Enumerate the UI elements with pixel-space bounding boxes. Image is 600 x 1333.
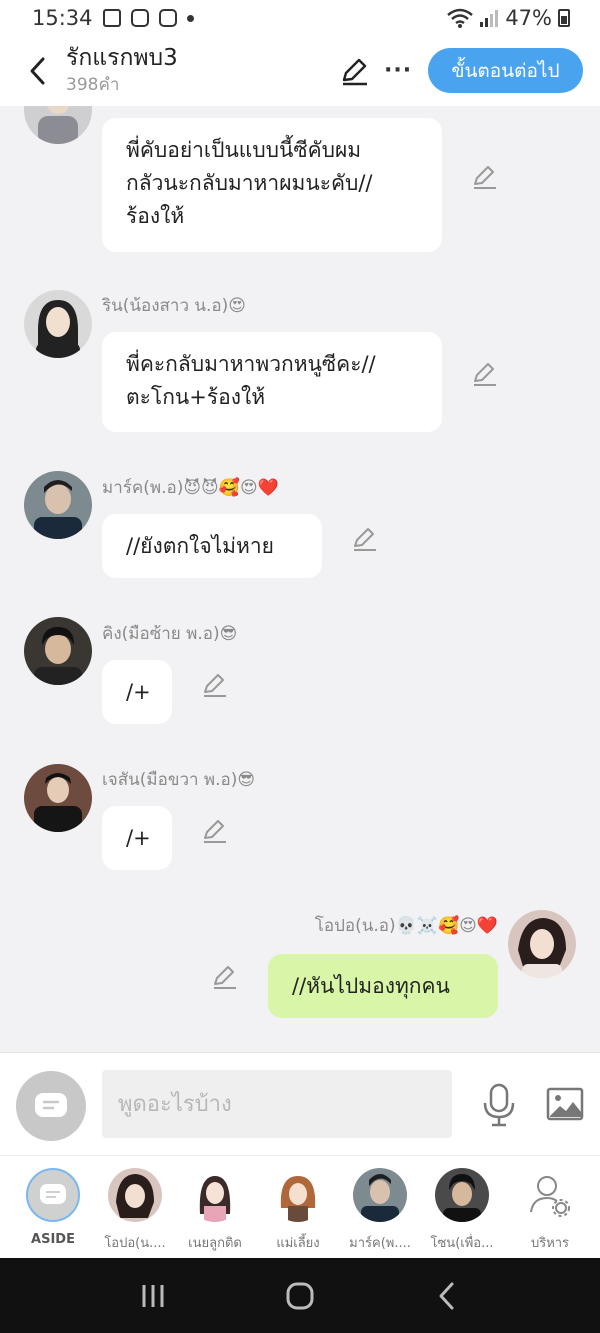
tray-item-label: บริหาร bbox=[530, 1236, 570, 1251]
character-avatar bbox=[188, 1168, 242, 1222]
gallery-notification-icon bbox=[102, 9, 121, 27]
tray-item-character[interactable]: เนยลูกติด bbox=[175, 1166, 255, 1256]
sender-name: โอปอ(น.อ)💀☠️🥰😍❤️ bbox=[314, 916, 498, 936]
tray-item-label: มาร์ค(พ.... bbox=[349, 1236, 411, 1251]
message-text-line: ตะโกน+ร้องให้ bbox=[126, 385, 266, 409]
edit-message-icon[interactable] bbox=[202, 672, 228, 698]
tray-item-character[interactable]: แม่เลี้ยง bbox=[258, 1166, 338, 1256]
image-upload-icon[interactable] bbox=[546, 1085, 584, 1123]
character-avatar bbox=[108, 1168, 162, 1222]
aside-toggle-button[interactable] bbox=[16, 1071, 86, 1141]
sender-name: เจสัน(มือขวา พ.อ)😎 bbox=[102, 770, 256, 790]
tray-item-label: โซน(เพื่อ... bbox=[430, 1236, 494, 1251]
message-bubble[interactable]: พี่คะกลับมาหาพวกหนูซีคะ// ตะโกน+ร้องให้ bbox=[102, 332, 442, 432]
microphone-icon[interactable] bbox=[482, 1083, 516, 1127]
message-text-line: /+ bbox=[126, 680, 151, 704]
sender-avatar[interactable] bbox=[508, 910, 576, 978]
tray-item-manage[interactable]: บริหาร bbox=[510, 1166, 590, 1256]
more-notifications-icon bbox=[186, 14, 194, 22]
message-text-line: //หันไปมองทุกคน bbox=[292, 974, 450, 998]
tray-item-character[interactable]: โซน(เพื่อ... bbox=[422, 1166, 502, 1256]
message-input[interactable] bbox=[102, 1070, 452, 1138]
message-input-bar bbox=[0, 1052, 600, 1155]
tray-item-character[interactable]: โอปอ(น.... bbox=[95, 1166, 175, 1256]
more-options-icon[interactable]: ··· bbox=[384, 58, 414, 83]
message-text-line: พี่คับอย่าเป็นแบบนี้ซีคับผม bbox=[126, 138, 362, 162]
story-header: รักแรกพบ3 398คำ ··· ขั้นตอนต่อไป bbox=[0, 36, 600, 106]
character-avatar bbox=[271, 1168, 325, 1222]
home-icon bbox=[286, 1282, 314, 1309]
chat-area[interactable]: พี่คับอย่าเป็นแบบนี้ซีคับผม กลัวนะกลับมา… bbox=[0, 106, 600, 1052]
tray-item-label: เนยลูกติด bbox=[188, 1236, 242, 1251]
wifi-icon bbox=[447, 8, 474, 28]
camera-notification-icon bbox=[130, 9, 149, 27]
message-text-line: //ยังตกใจไม่หาย bbox=[126, 534, 274, 558]
edit-message-icon[interactable] bbox=[202, 818, 228, 844]
edit-message-icon[interactable] bbox=[352, 526, 378, 552]
sender-avatar[interactable] bbox=[24, 290, 92, 358]
system-nav-bar bbox=[0, 1258, 600, 1333]
character-avatar bbox=[435, 1168, 489, 1222]
character-tray: ASIDE โอปอ(น.... เนยลูกติด แม่เลี้ยง มาร… bbox=[0, 1155, 600, 1258]
laz-notification-icon bbox=[158, 9, 177, 27]
battery-percentage: 47% bbox=[505, 6, 552, 30]
sender-avatar[interactable] bbox=[24, 617, 92, 685]
back-arrow-icon bbox=[439, 1282, 454, 1309]
tray-item-aside[interactable]: ASIDE bbox=[13, 1166, 93, 1256]
back-button[interactable] bbox=[14, 41, 62, 101]
signal-icon bbox=[480, 10, 499, 27]
message-bubble[interactable]: //หันไปมองทุกคน bbox=[268, 954, 498, 1018]
edit-title-icon[interactable] bbox=[340, 56, 370, 86]
sender-name: มาร์ค(พ.อ)😈😈🥰😍❤️ bbox=[102, 478, 279, 498]
message-text-line: ร้องให้ bbox=[126, 204, 185, 228]
next-step-button[interactable]: ขั้นตอนต่อไป bbox=[428, 48, 583, 93]
aside-icon bbox=[40, 1184, 66, 1204]
message-bubble[interactable]: /+ bbox=[102, 660, 172, 724]
sender-avatar[interactable] bbox=[24, 106, 92, 144]
home-button[interactable] bbox=[270, 1276, 330, 1316]
message-bubble[interactable]: พี่คับอย่าเป็นแบบนี้ซีคับผม กลัวนะกลับมา… bbox=[102, 118, 442, 252]
character-avatar bbox=[353, 1168, 407, 1222]
recent-apps-icon bbox=[142, 1284, 164, 1307]
system-back-button[interactable] bbox=[417, 1276, 477, 1316]
tray-item-label: ASIDE bbox=[31, 1232, 75, 1247]
message-bubble[interactable]: //ยังตกใจไม่หาย bbox=[102, 514, 322, 578]
edit-message-icon[interactable] bbox=[212, 964, 238, 990]
tray-item-label: แม่เลี้ยง bbox=[276, 1236, 320, 1251]
sender-name: คิง(มือซ้าย พ.อ)😎 bbox=[102, 624, 238, 644]
tray-item-character[interactable]: มาร์ค(พ.... bbox=[340, 1166, 420, 1256]
word-count: 398คำ bbox=[66, 75, 120, 95]
chevron-left-icon bbox=[30, 57, 45, 85]
story-title: รักแรกพบ3 bbox=[66, 45, 178, 71]
manage-characters-icon bbox=[530, 1176, 570, 1217]
sender-avatar[interactable] bbox=[24, 471, 92, 539]
status-time: 15:34 bbox=[32, 6, 93, 30]
battery-icon bbox=[558, 9, 570, 27]
chat-bubble-icon bbox=[35, 1093, 67, 1117]
recent-apps-button[interactable] bbox=[123, 1276, 183, 1316]
status-bar: 15:34 47% bbox=[0, 0, 600, 36]
edit-message-icon[interactable] bbox=[472, 164, 498, 190]
message-text-line: กลัวนะกลับมาหาผมนะคับ// bbox=[126, 171, 373, 195]
edit-message-icon[interactable] bbox=[472, 361, 498, 387]
message-text-line: พี่คะกลับมาหาพวกหนูซีคะ// bbox=[126, 352, 376, 376]
message-bubble[interactable]: /+ bbox=[102, 806, 172, 870]
sender-name: ริน(น้องสาว น.อ)😍 bbox=[102, 296, 246, 316]
message-text-line: /+ bbox=[126, 826, 151, 850]
tray-item-label: โอปอ(น.... bbox=[104, 1236, 166, 1251]
sender-avatar[interactable] bbox=[24, 764, 92, 832]
